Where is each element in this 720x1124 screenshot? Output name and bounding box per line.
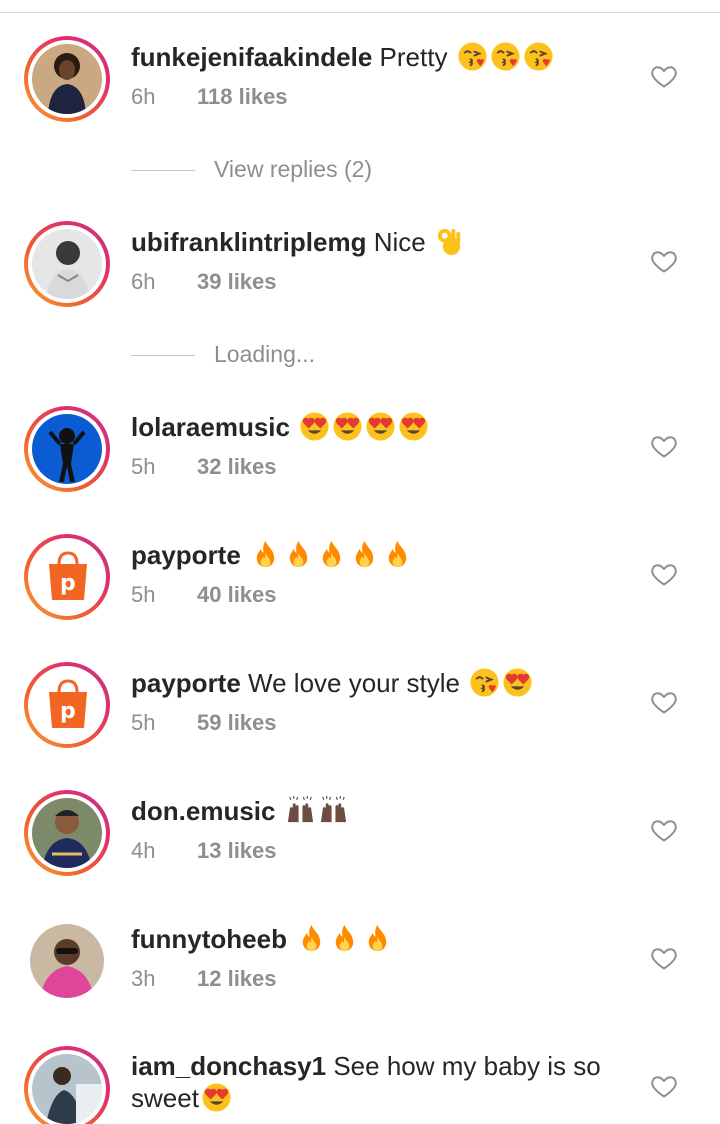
heart-outline-icon[interactable] — [650, 247, 678, 275]
comment-time: 6h — [131, 269, 156, 294]
loading-text: Loading... — [214, 341, 316, 367]
shopping-bag-logo-icon: p — [49, 679, 87, 728]
fire-emoji-icon — [382, 539, 413, 570]
comment-time: 3h — [131, 966, 156, 991]
comment-text: Pretty — [379, 42, 455, 72]
comment-username[interactable]: don.emusic — [131, 796, 275, 826]
comment-item: p payporte We love your style 5h 59 likes — [0, 662, 720, 772]
avatar — [32, 1054, 102, 1124]
comment-likes[interactable]: 59 likes — [197, 710, 277, 735]
comment-item: p payporte 5h 40 likes — [0, 534, 720, 644]
comment-text: Nice — [373, 227, 433, 257]
comment-text — [290, 412, 297, 442]
comment-time: 5h — [131, 454, 156, 479]
comment-time: 4h — [131, 838, 156, 863]
comment-likes[interactable]: 118 likes — [197, 84, 288, 109]
kissing-face-emoji-icon — [469, 667, 500, 698]
comment-item: ubifranklintriplemg Nice 6h 39 likes — [0, 221, 720, 331]
fire-emoji-icon — [329, 923, 360, 954]
comment-text — [275, 796, 282, 826]
fire-emoji-icon — [316, 539, 347, 570]
comment-username[interactable]: payporte — [131, 540, 241, 570]
top-divider — [0, 12, 720, 13]
heart-eyes-emoji-icon — [299, 411, 330, 442]
comment-item: iam_donchasy1 See how my baby is so swee… — [0, 1046, 720, 1124]
avatar — [32, 229, 102, 299]
fire-emoji-icon — [296, 923, 327, 954]
avatar-story-ring[interactable] — [24, 221, 110, 307]
heart-eyes-emoji-icon — [365, 411, 396, 442]
raising-hands-emoji-icon — [318, 795, 349, 826]
comment-username[interactable]: funkejenifaakindele — [131, 42, 372, 72]
avatar-story-ring[interactable] — [24, 790, 110, 876]
ok-hand-emoji-icon — [435, 226, 466, 257]
comment-likes[interactable]: 12 likes — [197, 966, 277, 991]
kissing-face-emoji-icon — [457, 41, 488, 72]
comment-time: 5h — [131, 710, 156, 735]
comment-username[interactable]: funnytoheeb — [131, 924, 287, 954]
fire-emoji-icon — [283, 539, 314, 570]
svg-text:p: p — [60, 699, 76, 724]
comment-username[interactable]: iam_donchasy1 — [131, 1051, 326, 1081]
heart-eyes-emoji-icon — [398, 411, 429, 442]
avatar — [32, 798, 102, 868]
heart-outline-icon[interactable] — [650, 560, 678, 588]
heart-outline-icon[interactable] — [650, 1072, 678, 1100]
fire-emoji-icon — [250, 539, 281, 570]
comment-item: funnytoheeb 3h 12 likes — [0, 918, 720, 1028]
avatar-story-ring[interactable] — [24, 1046, 110, 1124]
comment-item: funkejenifaakindele Pretty 6h 118 likes — [0, 36, 720, 146]
comment-username[interactable]: lolaraemusic — [131, 412, 290, 442]
heart-eyes-emoji-icon — [502, 667, 533, 698]
comment-likes[interactable]: 13 likes — [197, 838, 277, 863]
divider-line — [131, 355, 195, 356]
avatar: p — [32, 542, 102, 612]
heart-outline-icon[interactable] — [650, 816, 678, 844]
comment-text: We love your style — [248, 668, 468, 698]
comment-likes[interactable]: 32 likes — [197, 454, 277, 479]
raising-hands-emoji-icon — [285, 795, 316, 826]
heart-eyes-emoji-icon — [332, 411, 363, 442]
comment-username[interactable]: ubifranklintriplemg — [131, 227, 366, 257]
avatar — [32, 44, 102, 114]
fire-emoji-icon — [362, 923, 393, 954]
heart-outline-icon[interactable] — [650, 944, 678, 972]
comment-likes[interactable]: 40 likes — [197, 582, 277, 607]
heart-outline-icon[interactable] — [650, 432, 678, 460]
comment-username[interactable]: payporte — [131, 668, 241, 698]
avatar: p — [32, 670, 102, 740]
avatar — [32, 414, 102, 484]
comment-time: 6h — [131, 84, 156, 109]
fire-emoji-icon — [349, 539, 380, 570]
shopping-bag-logo-icon: p — [49, 551, 87, 600]
heart-outline-icon[interactable] — [650, 688, 678, 716]
avatar-story-ring[interactable]: p — [24, 662, 110, 748]
avatar — [30, 924, 104, 998]
comment-likes[interactable]: 39 likes — [197, 269, 277, 294]
svg-text:p: p — [60, 571, 76, 596]
comment-time: 5h — [131, 582, 156, 607]
comment-item: lolaraemusic 5h 32 likes — [0, 406, 720, 516]
comment-text — [241, 540, 248, 570]
avatar-story-ring[interactable]: p — [24, 534, 110, 620]
heart-eyes-emoji-icon — [201, 1082, 232, 1113]
avatar-story-ring[interactable] — [24, 406, 110, 492]
divider-line — [131, 170, 195, 171]
view-replies-link[interactable]: View replies (2) — [214, 156, 372, 183]
avatar-story-ring[interactable] — [24, 36, 110, 122]
kissing-face-emoji-icon — [490, 41, 521, 72]
heart-outline-icon[interactable] — [650, 62, 678, 90]
kissing-face-emoji-icon — [523, 41, 554, 72]
comment-item: don.emusic 4h 13 likes — [0, 790, 720, 900]
avatar-container[interactable] — [24, 918, 110, 1004]
comment-text — [287, 924, 294, 954]
